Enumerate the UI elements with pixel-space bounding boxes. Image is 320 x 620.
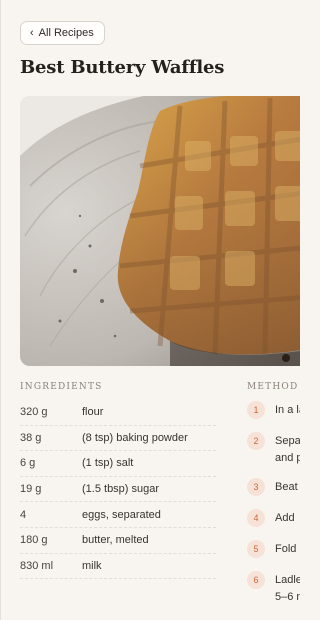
ingredient-quantity: 320 g [20,406,48,419]
ingredient-row: 6 g (1 tsp) salt [20,451,216,477]
ingredient-name: flour [82,406,104,419]
step-number-badge: 3 [247,478,265,496]
step-text: Beat [275,481,298,493]
step-number-badge: 1 [247,401,265,419]
method-step: 1 In a la [247,401,300,419]
ingredient-row: 180 g butter, melted [20,528,216,554]
recipe-title: Best Buttery Waffles [20,57,225,78]
step-number-badge: 5 [247,540,265,558]
step-text: Sepa and p [275,435,300,464]
ingredient-quantity: 38 g [20,431,42,444]
method-step: 2 Sepa and p [247,432,300,467]
ingredient-name: eggs, separated [82,508,161,521]
recipe-photo [20,96,300,366]
ingredient-row: 19 g (1.5 tbsp) sugar [20,477,216,503]
step-number-badge: 6 [247,571,265,589]
ingredient-row: 830 ml milk [20,554,216,580]
step-text: Add [275,512,295,524]
recipe-page: ‹ All Recipes Best Buttery Waffles INGRE… [0,0,300,620]
ingredient-row: 4 eggs, separated [20,502,216,528]
ingredient-name: (1.5 tbsp) sugar [82,483,160,496]
ingredient-quantity: 180 g [20,534,48,547]
ingredient-quantity: 19 g [20,483,42,496]
back-to-all-recipes-button[interactable]: ‹ All Recipes [20,21,105,45]
ingredient-name: (1 tsp) salt [82,457,134,470]
method-step: 6 Ladle 5–6 n [247,571,300,606]
ingredient-quantity: 830 ml [20,559,54,572]
method-step: 3 Beat [247,478,300,496]
ingredient-row: 38 g (8 tsp) baking powder [20,426,216,452]
method-step: 5 Fold [247,540,300,558]
ingredient-row: 320 g flour [20,400,216,426]
step-text: Fold [275,543,297,555]
step-text: Ladle 5–6 n [275,574,300,603]
ingredients-list: 320 g flour 38 g (8 tsp) baking powder 6… [20,400,216,580]
chevron-left-icon: ‹ [30,26,34,39]
back-button-label: All Recipes [38,27,94,39]
ingredient-name: butter, melted [82,534,149,547]
step-number-badge: 4 [247,509,265,527]
ingredients-heading: INGREDIENTS [20,382,103,392]
step-number-badge: 2 [247,432,265,450]
ingredient-quantity: 6 g [20,457,36,470]
ingredient-name: milk [82,559,102,572]
method-step: 4 Add [247,509,300,527]
ingredient-name: (8 tsp) baking powder [82,431,188,444]
step-text: In a la [275,404,300,416]
method-heading: METHOD [247,382,299,392]
ingredient-quantity: 4 [20,508,27,521]
